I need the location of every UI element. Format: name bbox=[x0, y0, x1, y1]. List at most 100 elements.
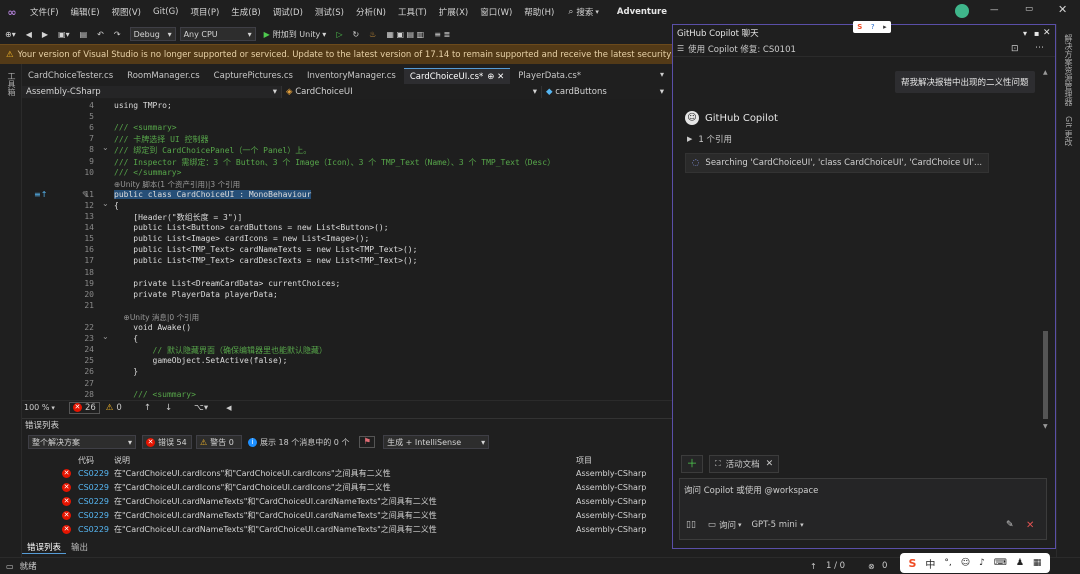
code-line[interactable]: [Header("数组长度 = 3")] bbox=[114, 212, 242, 223]
references-toggle[interactable]: ▶ 1 个引用 bbox=[687, 133, 732, 145]
code-line[interactable]: /// Inspector 需绑定：3 个 Button、3 个 Image（I… bbox=[114, 157, 555, 168]
ime-lang[interactable]: 中 bbox=[925, 556, 935, 571]
code-line[interactable]: /// 绑定到 CardChoicePanel（一个 Panel）上。 bbox=[114, 145, 311, 156]
fix-thread-label[interactable]: 使用 Copilot 修复: CS0101 bbox=[688, 43, 796, 55]
code-line[interactable]: public List<Image> cardIcons = new List<… bbox=[114, 234, 369, 243]
messages-filter-button[interactable]: i 展示 18 个消息中的 0 个 bbox=[248, 437, 349, 448]
active-doc-chip[interactable]: ⛶ 活动文档 ✕ bbox=[709, 455, 780, 473]
zoom-level[interactable]: 100 % bbox=[24, 403, 49, 412]
code-line[interactable]: { bbox=[114, 201, 119, 210]
error-code[interactable]: CS0229 bbox=[78, 525, 114, 534]
code-line[interactable]: public List<TMP_Text> cardNameTexts = ne… bbox=[114, 245, 417, 254]
code-line[interactable]: public List<Button> cardButtons = new Li… bbox=[114, 223, 388, 232]
scope-select[interactable]: 整个解决方案 ▾ bbox=[28, 435, 136, 449]
start-no-debug-icon[interactable]: ▷ bbox=[332, 27, 346, 42]
comment-icon[interactable]: ≡ ≣ bbox=[430, 27, 454, 42]
status-position[interactable]: 1 / 0 bbox=[826, 561, 845, 571]
code-line[interactable]: void Awake() bbox=[114, 323, 191, 332]
member-dropdown[interactable]: ◆ cardButtons ▾ bbox=[542, 86, 668, 98]
fold-toggle-icon[interactable]: ⌄ bbox=[102, 199, 109, 208]
prev-issue-icon[interactable]: ↑ bbox=[144, 403, 151, 413]
chat-scrollbar[interactable]: ▲ ▼ bbox=[1043, 69, 1049, 435]
cancel-icon[interactable]: ✕ bbox=[1026, 520, 1034, 531]
quick-action-icon[interactable]: ✎ bbox=[82, 190, 89, 199]
menu-item[interactable]: Git(G) bbox=[147, 7, 185, 17]
col-header-project[interactable]: 项目 bbox=[576, 455, 592, 466]
warnings-filter-button[interactable]: ⚠ 警告 0 bbox=[196, 435, 242, 449]
punctuation-icon[interactable]: °, bbox=[944, 558, 951, 568]
menu-item[interactable]: 调试(D) bbox=[267, 6, 309, 18]
status-up-icon[interactable]: ↑ bbox=[810, 562, 817, 571]
chat-input-placeholder[interactable]: 询问 Copilot 或使用 @workspace bbox=[680, 479, 1046, 501]
minimize-window-button[interactable]: — bbox=[990, 5, 999, 15]
error-row[interactable]: ✕ CS0229 在"CardChoiceUI.cardNameTexts"和"Ca… bbox=[22, 508, 672, 522]
tab-overflow-icon[interactable]: ▾ bbox=[660, 70, 664, 79]
avatar[interactable] bbox=[955, 4, 969, 18]
error-code[interactable]: CS0229 bbox=[78, 483, 114, 492]
brush-icon[interactable]: ⌥▾ bbox=[194, 403, 208, 413]
flame-icon[interactable]: ♨ bbox=[365, 27, 380, 42]
menu-item[interactable]: 视图(V) bbox=[106, 6, 147, 18]
menu-item[interactable]: 窗口(W) bbox=[474, 6, 518, 18]
refresh-icon[interactable]: ↻ bbox=[348, 27, 363, 42]
build-filter-select[interactable]: 生成 + IntelliSense ▾ bbox=[383, 435, 490, 449]
book-icon[interactable]: ▯▯ bbox=[686, 520, 696, 530]
close-window-button[interactable]: ✕ bbox=[1058, 3, 1067, 16]
tab-inventorymanager-cs[interactable]: InventoryManager.cs bbox=[301, 68, 402, 84]
tab-cardchoicetester-cs[interactable]: CardChoiceTester.cs bbox=[22, 68, 119, 84]
tab-roommanager-cs[interactable]: RoomManager.cs bbox=[121, 68, 206, 84]
skin-icon[interactable]: ♟ bbox=[1016, 558, 1024, 568]
scrollbar-thumb[interactable] bbox=[1043, 331, 1048, 419]
keyboard-icon[interactable]: ⌨ bbox=[994, 558, 1007, 568]
fold-toggle-icon[interactable]: ⌄ bbox=[102, 143, 109, 152]
menu-item[interactable]: 文件(F) bbox=[24, 6, 65, 18]
col-header-code[interactable]: 代码 bbox=[78, 455, 114, 466]
code-line[interactable]: public List<TMP_Text> cardDescTexts = ne… bbox=[114, 256, 417, 265]
new-item-icon[interactable]: ▣▾ bbox=[54, 27, 74, 42]
error-row[interactable]: ✕ CS0229 在"CardChoiceUI.cardNameTexts"和"Ca… bbox=[22, 522, 672, 536]
scroll-left-icon[interactable]: ◀ bbox=[226, 404, 231, 412]
code-line[interactable]: // 默认隐藏界面（确保编辑器里也能默认隐藏） bbox=[114, 345, 327, 356]
code-line[interactable]: /// 卡牌选择 UI 控制器 bbox=[114, 134, 209, 145]
remove-context-icon[interactable]: ✕ bbox=[766, 459, 774, 469]
microphone-icon[interactable]: ♪ bbox=[979, 558, 985, 568]
tab-playerdata-cs-[interactable]: PlayerData.cs* bbox=[512, 68, 587, 84]
pin-icon[interactable]: ▪ bbox=[1034, 29, 1039, 38]
code-line[interactable]: using TMPro; bbox=[114, 101, 172, 110]
error-row[interactable]: ✕ CS0229 在"CardChoiceUI.cardIcons"和"CardCh… bbox=[22, 480, 672, 494]
model-dropdown[interactable]: GPT-5 mini ▾ bbox=[751, 520, 803, 530]
config-select[interactable]: Debug ▾ bbox=[129, 27, 176, 41]
new-thread-icon[interactable]: ⊡ bbox=[1011, 44, 1019, 54]
code-line[interactable]: /// </summary> bbox=[114, 168, 181, 177]
add-context-button[interactable]: ＋ bbox=[681, 455, 703, 473]
chat-input-box[interactable]: 询问 Copilot 或使用 @workspace ▯▯ ▭ 询问 ▾ GPT-5 … bbox=[679, 478, 1047, 540]
search-box[interactable]: ⌕ 搜索 ▾ bbox=[568, 6, 599, 18]
menu-item[interactable]: 帮助(H) bbox=[518, 6, 560, 18]
col-header-desc[interactable]: 说明 bbox=[114, 455, 576, 466]
code-line[interactable]: /// <summary> bbox=[114, 390, 196, 399]
scroll-down-icon[interactable]: ▼ bbox=[1043, 423, 1048, 430]
emoji-icon[interactable]: ☺ bbox=[961, 558, 970, 568]
close-pane-icon[interactable]: ✕ bbox=[1043, 28, 1051, 38]
error-code[interactable]: CS0229 bbox=[78, 511, 114, 520]
undo-icon[interactable]: ↶ bbox=[93, 27, 108, 42]
menu-item[interactable]: 生成(B) bbox=[225, 6, 266, 18]
platform-select[interactable]: Any CPU ▾ bbox=[179, 27, 256, 41]
code-line[interactable]: /// <summary> bbox=[114, 123, 177, 132]
code-line[interactable]: ⊕Unity 消息|0 个引用 bbox=[114, 312, 200, 323]
bottom-tab[interactable]: 输出 bbox=[66, 541, 93, 553]
solution-explorer-tab[interactable]: 解决方案资源管理器 bbox=[1063, 34, 1074, 106]
code-line[interactable]: public class CardChoiceUI : MonoBehaviou… bbox=[114, 189, 312, 199]
sogou-logo-icon[interactable]: S bbox=[908, 557, 916, 570]
attach-unity-button[interactable]: ▶ 附加到 Unity ▾ bbox=[260, 27, 331, 42]
code-line[interactable]: ⊕Unity 脚本(1 个资产引用)|3 个引用 bbox=[114, 179, 240, 190]
redo-icon[interactable]: ↷ bbox=[110, 27, 125, 42]
code-line[interactable]: } bbox=[114, 367, 138, 376]
error-code[interactable]: CS0229 bbox=[78, 497, 114, 506]
git-changes-tab[interactable]: Git 更改 bbox=[1063, 116, 1074, 146]
nav-forward-icon[interactable]: ▶ bbox=[38, 27, 52, 42]
filter-icon[interactable]: ⚑ bbox=[359, 436, 376, 448]
bottom-tab[interactable]: 错误列表 bbox=[22, 541, 67, 554]
menu-item[interactable]: 编辑(E) bbox=[65, 6, 106, 18]
tab-capturepictures-cs[interactable]: CapturePictures.cs bbox=[208, 68, 299, 84]
